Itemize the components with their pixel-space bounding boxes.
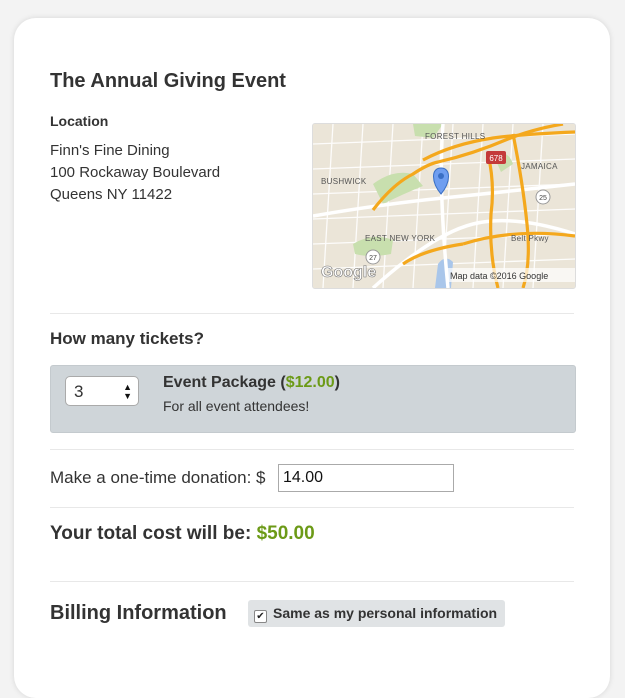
svg-text:BUSHWICK: BUSHWICK (321, 177, 367, 186)
divider (50, 581, 574, 582)
donation-amount-input[interactable] (278, 464, 454, 492)
route-678-shield: 678 (486, 151, 506, 164)
svg-text:FOREST HILLS: FOREST HILLS (425, 132, 485, 141)
svg-text:25: 25 (539, 195, 547, 202)
same-as-personal-checkbox[interactable]: ✔ (254, 610, 267, 623)
ticket-quantity-select[interactable]: 3 ▲ ▼ (65, 376, 139, 406)
same-as-personal-toggle[interactable]: ✔ Same as my personal information (248, 600, 506, 627)
venue-street: 100 Rockaway Boulevard (50, 164, 221, 181)
event-package-row: 3 ▲ ▼ Event Package ($12.00) For all even… (50, 365, 576, 433)
location-map[interactable]: 678 25 27 FOREST HILLS BUSHWICK JAMAICA … (312, 123, 576, 289)
package-description: For all event attendees! (163, 398, 310, 414)
svg-text:JAMAICA: JAMAICA (521, 162, 558, 171)
map-attribution: Map data ©2016 Google (450, 271, 548, 281)
package-name: Event Package ($12.00) (163, 374, 340, 391)
billing-title: Billing Information (50, 602, 227, 624)
total-cost-value: $50.00 (256, 523, 315, 544)
select-arrows-icon: ▲ ▼ (123, 382, 132, 401)
svg-text:678: 678 (489, 154, 503, 163)
same-as-personal-label: Same as my personal information (273, 605, 498, 621)
ticket-quantity-value: 3 (74, 382, 84, 401)
svg-text:EAST NEW YORK: EAST NEW YORK (365, 234, 436, 243)
map-graphic: 678 25 27 FOREST HILLS BUSHWICK JAMAICA … (313, 124, 575, 288)
event-title: The Annual Giving Event (50, 70, 286, 92)
tickets-question: How many tickets? (50, 329, 204, 348)
total-cost: Your total cost will be: $50.00 (50, 523, 315, 544)
event-card: The Annual Giving Event Location Finn's … (14, 18, 610, 698)
google-logo: Google (321, 264, 376, 281)
package-price: $12.00 (285, 374, 335, 391)
divider (50, 449, 574, 450)
donation-label: Make a one-time donation: $ (50, 468, 266, 487)
svg-text:Belt Pkwy: Belt Pkwy (511, 234, 549, 243)
location-label: Location (50, 113, 109, 129)
venue-city: Queens NY 11422 (50, 186, 173, 203)
divider (50, 507, 574, 508)
venue-name: Finn's Fine Dining (50, 142, 170, 159)
svg-text:27: 27 (369, 255, 377, 262)
divider (50, 313, 574, 314)
